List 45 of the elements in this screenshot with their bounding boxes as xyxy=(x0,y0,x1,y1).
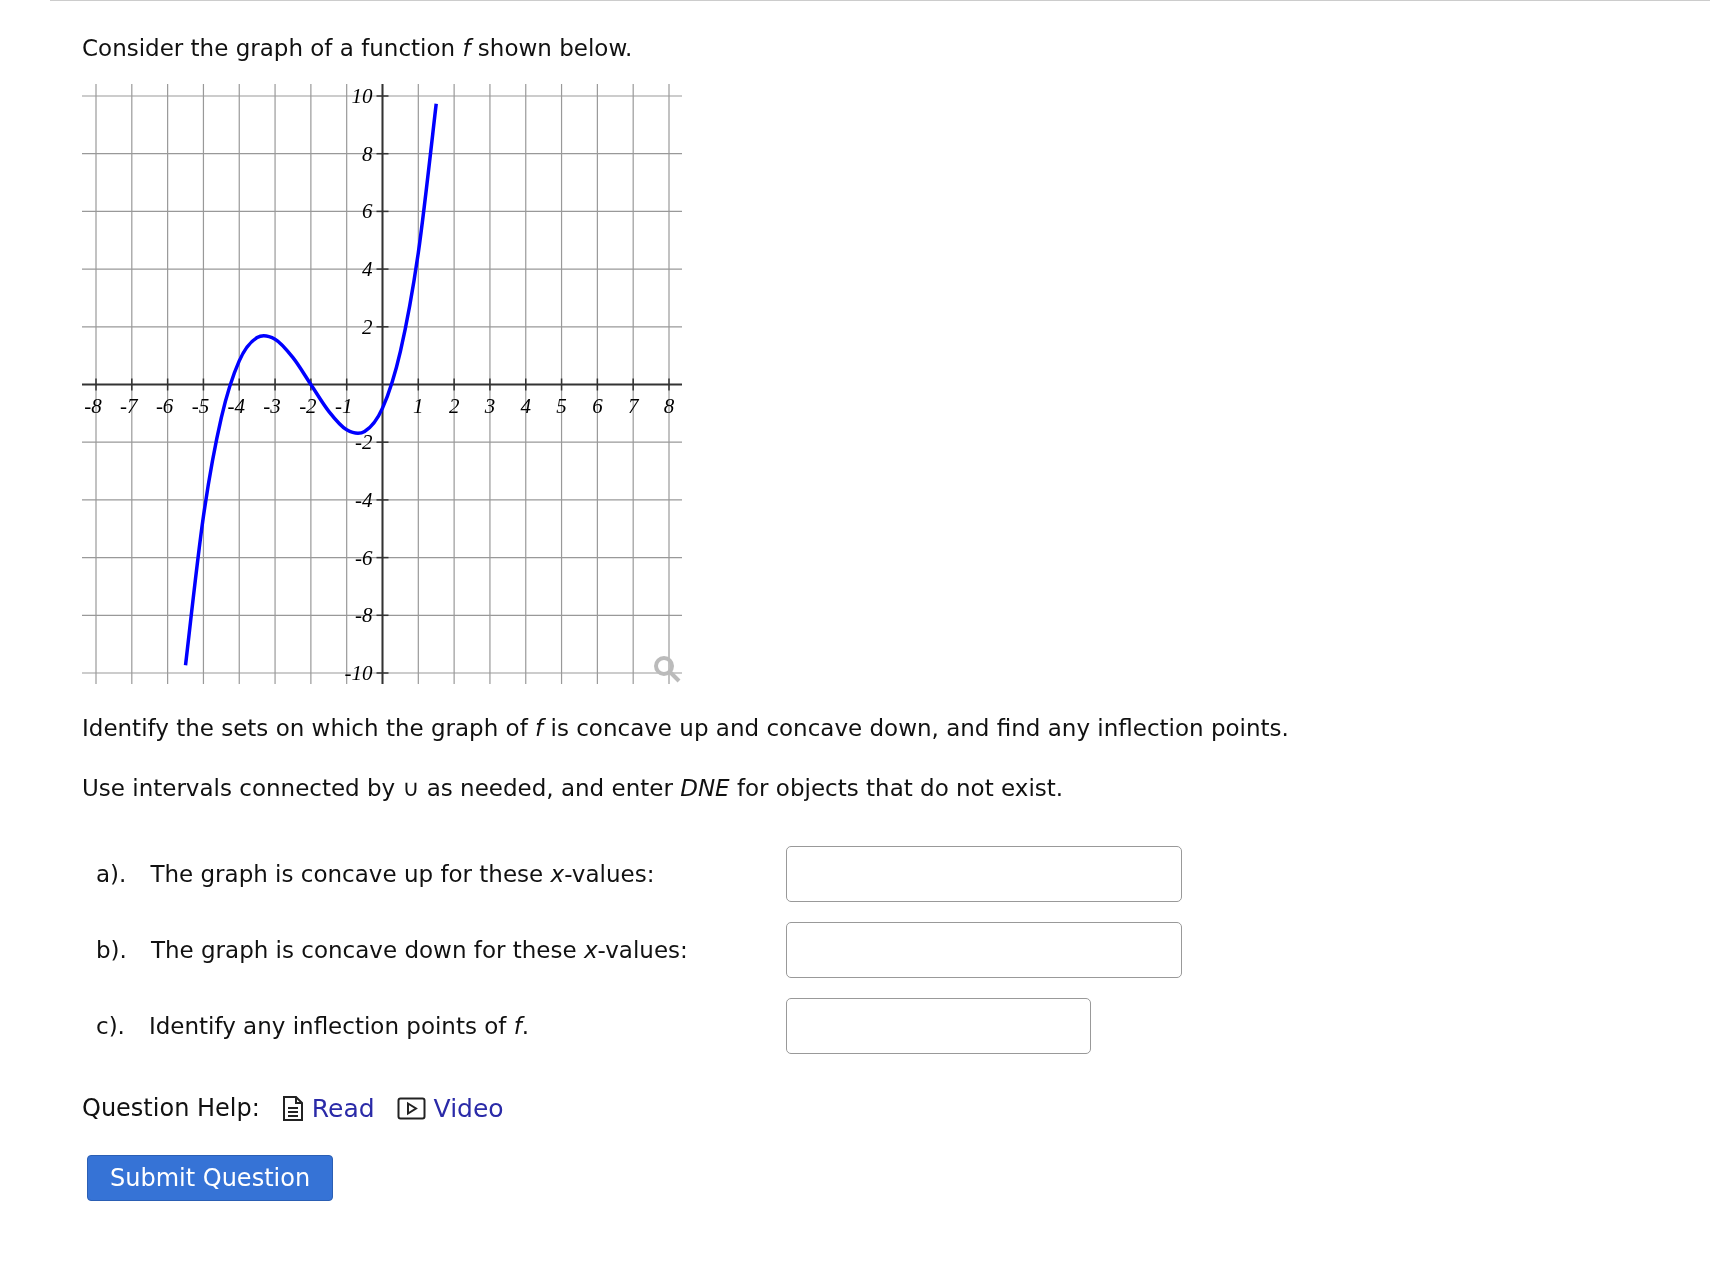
x-tick-label: -6 xyxy=(155,393,174,418)
part-label: c). xyxy=(96,1012,125,1039)
y-tick-label: 4 xyxy=(362,257,373,281)
x-tick-label: -7 xyxy=(120,393,138,418)
y-tick-label: -4 xyxy=(355,487,373,512)
instruction-text: Identify the sets on which the graph of f is concave up and concave down, and find any inflection points. xyxy=(82,713,1290,743)
answer-field[interactable] xyxy=(786,921,1182,978)
x-tick-label: -3 xyxy=(263,393,281,418)
document-icon xyxy=(281,1094,304,1122)
y-tick-label: -8 xyxy=(355,603,373,628)
x-tick-label: 4 xyxy=(520,393,531,418)
x-tick-label: -8 xyxy=(84,393,102,418)
y-tick-label: 8 xyxy=(362,141,373,166)
x-tick-label: 1 xyxy=(413,393,424,418)
y-tick-label: -2 xyxy=(355,430,373,455)
x-tick-label: 8 xyxy=(663,393,675,418)
question-text: The graph is concave down for these x-values: xyxy=(150,936,688,963)
part-label: b). xyxy=(96,936,127,963)
x-tick-label: 3 xyxy=(484,393,496,418)
x-tick-label: -2 xyxy=(299,393,317,418)
help-label: Question Help: xyxy=(82,1094,260,1123)
magnifier-icon[interactable] xyxy=(654,655,681,683)
y-tick-label: -10 xyxy=(344,660,373,684)
x-tick-label: -5 xyxy=(191,393,210,418)
answer-field[interactable] xyxy=(786,845,1182,902)
submit-button[interactable]: Submit Question xyxy=(87,1154,334,1201)
x-tick-label: -4 xyxy=(227,393,245,418)
x-tick-label: 5 xyxy=(556,393,567,418)
y-tick-label: 2 xyxy=(362,314,373,339)
y-tick-label: 6 xyxy=(362,199,373,224)
x-tick-label: 2 xyxy=(448,393,460,418)
y-tick-label: -6 xyxy=(355,545,373,570)
answer-field[interactable] xyxy=(786,997,1091,1054)
prompt-text: Consider the graph of a function f shown below. xyxy=(82,34,634,63)
question-text: Identify any inflection points of f. xyxy=(148,1012,530,1039)
instruction-text: Use intervals connected by ∪ as needed, and enter DNE for objects that do not exist. xyxy=(82,773,1065,803)
part-label: a). xyxy=(96,860,127,887)
help-link[interactable]: Video xyxy=(396,1093,504,1123)
question-text: The graph is concave up for these x-values: xyxy=(150,860,655,887)
x-tick-label: 6 xyxy=(592,393,603,418)
help-link[interactable]: Read xyxy=(281,1093,375,1123)
video-icon xyxy=(396,1096,426,1120)
y-tick-label: 10 xyxy=(351,83,373,108)
x-tick-label: 7 xyxy=(627,393,639,418)
x-tick-label: -1 xyxy=(334,393,353,418)
